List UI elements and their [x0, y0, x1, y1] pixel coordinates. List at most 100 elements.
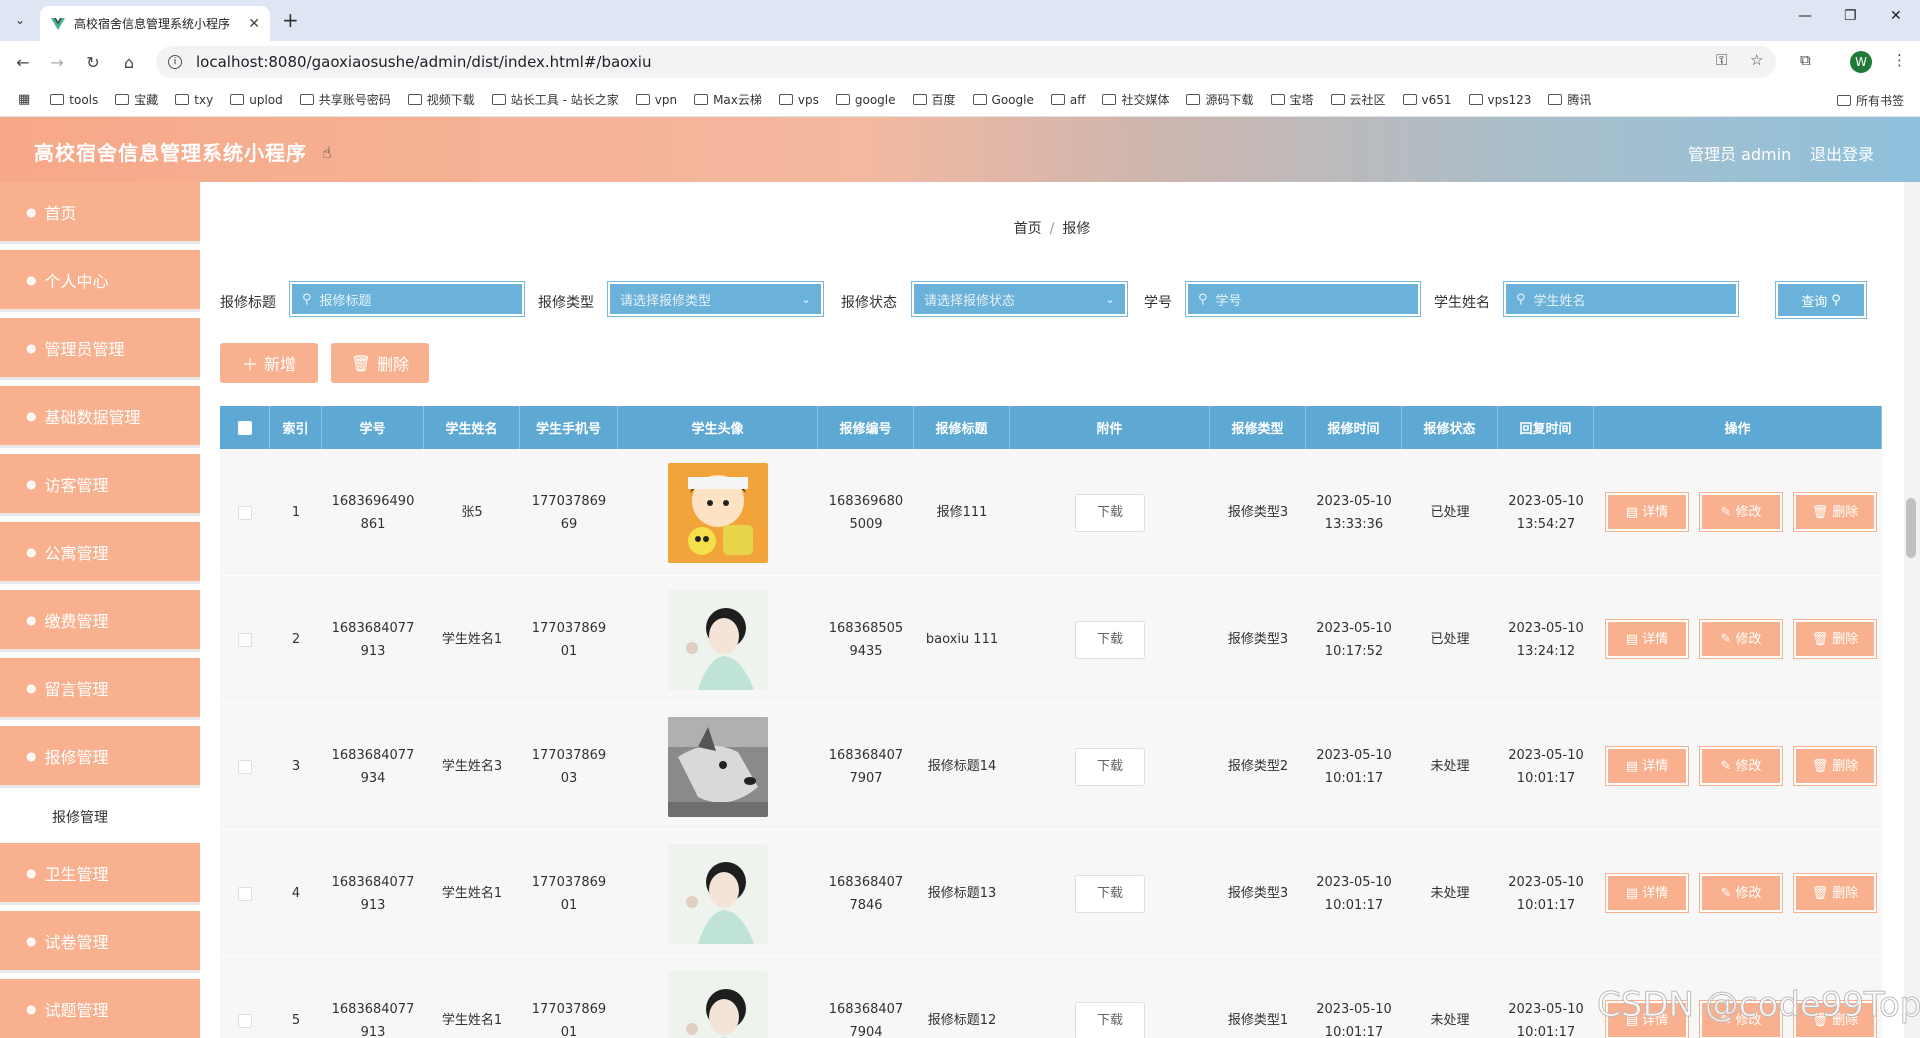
bookmark-item[interactable]: 宝塔 — [1270, 91, 1314, 108]
back-icon[interactable]: ← — [12, 51, 34, 73]
row-checkbox[interactable] — [238, 759, 252, 774]
type-select[interactable]: 请选择报修类型 ⌄ — [607, 281, 824, 317]
sidebar-item[interactable]: ● 公寓管理 — [0, 522, 200, 584]
reload-icon[interactable]: ↻ — [82, 51, 104, 73]
home-icon[interactable]: ⌂ — [118, 51, 140, 73]
bookmark-item[interactable]: uplod — [230, 93, 283, 107]
sidebar-subitem-active[interactable]: 报修管理 — [0, 791, 200, 843]
new-tab-button[interactable]: + — [282, 8, 299, 32]
download-button[interactable]: 下载 — [1075, 874, 1145, 913]
detail-button[interactable]: ▤ 详情 — [1605, 492, 1689, 532]
row-select-cell[interactable] — [220, 449, 270, 576]
bookmark-item[interactable]: vpn — [635, 93, 677, 107]
forward-icon[interactable]: → — [46, 51, 68, 73]
bookmark-item[interactable]: 视频下载 — [407, 91, 475, 108]
tab-list-icon[interactable]: ⌄ — [8, 8, 32, 32]
sidebar-item[interactable]: ● 试题管理 — [0, 979, 200, 1038]
password-key-icon[interactable]: ⚿ — [1716, 51, 1727, 69]
breadcrumb-home[interactable]: 首页 — [1014, 221, 1042, 237]
sidebar-item[interactable]: ● 留言管理 — [0, 658, 200, 720]
bookmark-item[interactable]: 站长工具 - 站长之家 — [491, 91, 619, 108]
scrollbar-track[interactable] — [1904, 182, 1920, 1038]
row-select-cell[interactable] — [220, 703, 270, 830]
edit-button[interactable]: ✎ 修改 — [1699, 873, 1783, 913]
add-button[interactable]: ＋ 新增 — [220, 343, 318, 383]
download-button[interactable]: 下载 — [1075, 620, 1145, 659]
detail-button[interactable]: ▤ 详情 — [1605, 746, 1689, 786]
sidebar-item[interactable]: ● 报修管理 — [0, 726, 200, 788]
edit-button[interactable]: ✎ 修改 — [1699, 746, 1783, 786]
edit-button[interactable]: ✎ 修改 — [1699, 619, 1783, 659]
minimize-icon[interactable]: — — [1798, 8, 1812, 24]
sno-search-input[interactable]: ⚲ 学号 — [1185, 281, 1421, 317]
sidebar-item[interactable]: ● 试卷管理 — [0, 911, 200, 973]
name-search-input[interactable]: ⚲ 学生姓名 — [1503, 281, 1739, 317]
edit-button[interactable]: ✎ 修改 — [1699, 492, 1783, 532]
batch-delete-button[interactable]: 🗑 删除 — [331, 343, 429, 383]
scrollbar-thumb[interactable] — [1906, 498, 1916, 558]
delete-button[interactable]: 🗑 删除 — [1793, 492, 1877, 532]
row-select-cell[interactable] — [220, 830, 270, 957]
cell-repair-type: 报修类型3 — [1227, 505, 1289, 520]
bookmark-item[interactable]: 腾讯 — [1548, 91, 1591, 108]
title-search-input[interactable]: ⚲ 报修标题 — [289, 281, 525, 317]
download-button[interactable]: 下载 — [1075, 747, 1145, 786]
query-button[interactable]: 查询 ⚲ — [1775, 281, 1867, 319]
delete-button[interactable]: 🗑 删除 — [1793, 873, 1877, 913]
delete-button[interactable]: 🗑 删除 — [1793, 619, 1877, 659]
browser-tab[interactable]: 高校宿舍信息管理系统小程序 ✕ — [40, 6, 270, 41]
site-info-icon[interactable]: i — [168, 55, 182, 69]
bookmark-item[interactable]: aff — [1050, 93, 1085, 107]
profile-avatar[interactable]: W — [1850, 51, 1872, 73]
sidebar-item[interactable]: ● 基础数据管理 — [0, 386, 200, 448]
tab-close-icon[interactable]: ✕ — [248, 16, 260, 32]
window-close-icon[interactable]: ✕ — [1890, 8, 1902, 24]
restore-icon[interactable]: ❐ — [1844, 8, 1857, 24]
download-button[interactable]: 下载 — [1075, 493, 1145, 532]
bookmark-item[interactable]: Max云梯 — [694, 91, 762, 108]
select-all-checkbox[interactable] — [237, 420, 252, 435]
bookmark-item[interactable]: 云社区 — [1330, 91, 1386, 108]
row-checkbox[interactable] — [238, 505, 252, 520]
detail-button[interactable]: ▤ 详情 — [1605, 619, 1689, 659]
download-button[interactable]: 下载 — [1075, 1001, 1145, 1038]
sidebar-item[interactable]: ● 访客管理 — [0, 454, 200, 516]
select-all-cell[interactable] — [220, 406, 270, 449]
row-checkbox[interactable] — [238, 1013, 252, 1028]
bookmark-item[interactable]: 社交媒体 — [1102, 91, 1169, 108]
bookmark-item[interactable]: 宝藏 — [115, 91, 158, 108]
bookmark-item[interactable]: vps — [778, 93, 819, 107]
sidebar-item[interactable]: ● 卫生管理 — [0, 843, 200, 905]
browser-menu-icon[interactable]: ⋮ — [1892, 51, 1907, 69]
detail-button[interactable]: ▤ 详情 — [1605, 873, 1689, 913]
bookmark-item[interactable]: 共享账号密码 — [299, 91, 391, 108]
bookmark-item[interactable]: 源码下载 — [1186, 91, 1254, 108]
bookmark-item[interactable]: v651 — [1402, 93, 1452, 107]
sidebar-item[interactable]: ● 个人中心 — [0, 250, 200, 312]
row-select-cell[interactable] — [220, 576, 270, 703]
row-checkbox[interactable] — [238, 886, 252, 901]
delete-button[interactable]: 🗑 删除 — [1793, 746, 1877, 786]
status-select[interactable]: 请选择报修状态 ⌄ — [911, 281, 1128, 317]
bookmark-item[interactable]: vps123 — [1468, 93, 1531, 107]
all-bookmarks[interactable]: 所有书签 — [1836, 92, 1904, 109]
cell-student-no-line: 913 — [360, 643, 386, 659]
row-select-cell[interactable] — [220, 957, 270, 1038]
bookmark-item[interactable]: tools — [50, 93, 98, 107]
bookmark-item[interactable]: 百度 — [912, 91, 956, 108]
cell-repair-code: 168368407 7907 — [818, 703, 914, 830]
detail-button-label: 详情 — [1642, 885, 1669, 901]
extensions-icon[interactable]: ⧉ — [1800, 51, 1811, 69]
bookmark-item[interactable]: Google — [972, 93, 1034, 107]
logout-link[interactable]: 退出登录 — [1810, 141, 1874, 165]
row-checkbox[interactable] — [238, 632, 252, 647]
url-input[interactable]: i localhost:8080/gaoxiaosushe/admin/dist… — [156, 46, 1776, 78]
bookmark-item[interactable]: google — [835, 93, 896, 107]
sidebar-item[interactable]: ● 缴费管理 — [0, 590, 200, 652]
sidebar-item[interactable]: ● 首页 — [0, 182, 200, 244]
sidebar-item[interactable]: ● 管理员管理 — [0, 318, 200, 380]
apps-grid-icon[interactable]: ▦ — [18, 92, 30, 107]
bookmark-label: uplod — [249, 92, 283, 107]
bookmark-star-icon[interactable]: ☆ — [1750, 51, 1763, 69]
bookmark-item[interactable]: txy — [175, 93, 213, 107]
